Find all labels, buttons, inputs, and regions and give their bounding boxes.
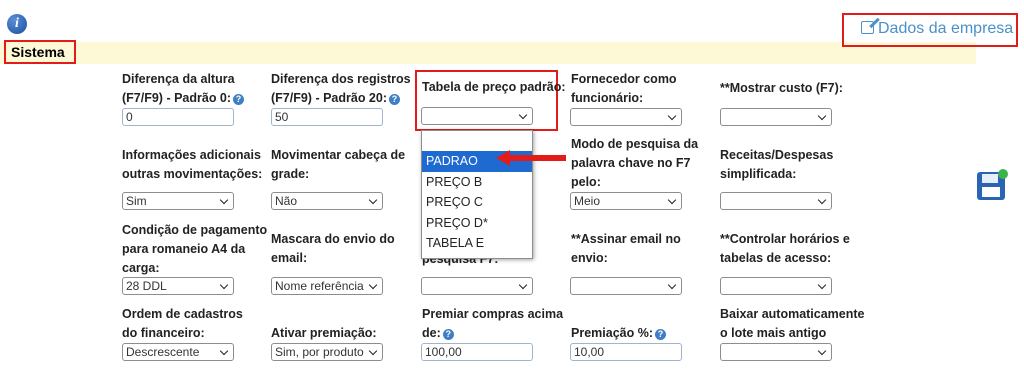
arrow-left-icon <box>496 150 566 166</box>
dropdown-option[interactable]: PREÇO B <box>422 172 532 193</box>
fornecedor-select[interactable] <box>570 108 682 126</box>
movimentar-cabeca-select[interactable]: Não <box>271 192 383 210</box>
label-diferenca-registros: Diferença dos registros (F7/F9) - Padrão… <box>271 72 411 105</box>
diferenca-altura-input[interactable]: 0 <box>122 108 234 126</box>
help-icon[interactable]: ? <box>442 329 454 340</box>
label-fornecedor: Fornecedor como funcionário: <box>571 72 677 105</box>
label-baixar-lote: Baixar automaticamente o lote mais antig… <box>720 307 865 340</box>
label-movimentar-cabeca: Movimentar cabeça de grade: <box>271 148 406 181</box>
chevron-down-icon <box>219 280 229 290</box>
premiacao-pct-input[interactable]: 10,00 <box>570 343 682 361</box>
save-icon[interactable] <box>977 169 1008 200</box>
baixar-lote-select[interactable] <box>720 343 832 361</box>
dados-empresa-link[interactable]: Dados da empresa <box>861 20 1013 38</box>
label-receitas-despesas: Receitas/Despesas simplificada: <box>720 148 834 181</box>
label-info-adicionais: Informações adicionais outras movimentaç… <box>122 148 263 181</box>
chevron-down-icon <box>518 280 528 290</box>
modo-pesquisa-select[interactable]: Meio <box>570 192 682 210</box>
label-mostrar-custo: **Mostrar custo (F7): <box>720 81 843 95</box>
dropdown-option[interactable]: PREÇO C <box>422 192 532 213</box>
chevron-down-icon <box>667 195 677 205</box>
label-mascara-envio: Mascara do envio do email: <box>271 232 395 265</box>
edit-icon <box>861 21 874 34</box>
chevron-down-icon <box>219 346 229 356</box>
diferenca-registros-input[interactable]: 50 <box>271 108 383 126</box>
label-tabela-preco: Tabela de preço padrão: <box>422 80 566 94</box>
label-ordem-cadastros: Ordem de cadastros do financeiro: <box>122 307 243 340</box>
section-title: Sistema <box>4 40 76 64</box>
section-bar <box>0 42 976 64</box>
label-ativar-premiacao: Ativar premiação: <box>271 326 377 340</box>
chevron-down-icon <box>817 195 827 205</box>
chevron-down-icon <box>518 110 528 120</box>
chevron-down-icon <box>817 280 827 290</box>
label-diferenca-altura: Diferença da altura (F7/F9) - Padrão 0:? <box>122 70 245 108</box>
chevron-down-icon <box>667 280 677 290</box>
ordem-cadastros-select[interactable]: Descrescente <box>122 343 234 361</box>
tabela-preco-select[interactable] <box>421 107 533 125</box>
dados-empresa-label: Dados da empresa <box>878 20 1014 37</box>
label-premiar-compras: Premiar compras acima de:? <box>422 307 564 340</box>
pesquisa-f7-select[interactable] <box>421 277 533 295</box>
chevron-down-icon <box>219 195 229 205</box>
info-adicionais-select[interactable]: Sim <box>122 192 234 210</box>
label-assinar-email: **Assinar email no envio: <box>571 232 681 265</box>
condicao-pagamento-select[interactable]: 28 DDL <box>122 277 234 295</box>
label-modo-pesquisa: Modo de pesquisa da palavra chave no F7 … <box>571 137 699 189</box>
label-controlar-horarios: **Controlar horários e tabelas de acesso… <box>720 232 850 265</box>
premiar-compras-input[interactable]: 100,00 <box>421 343 533 361</box>
dropdown-option[interactable]: TABELA E <box>422 233 532 254</box>
chevron-down-icon <box>817 111 827 121</box>
dropdown-option[interactable]: PREÇO D* <box>422 213 532 234</box>
controlar-horarios-select[interactable] <box>720 277 832 295</box>
info-icon[interactable]: i <box>7 14 27 34</box>
label-premiacao-pct: Premiação %:? <box>571 324 666 343</box>
chevron-down-icon <box>817 346 827 356</box>
assinar-email-select[interactable] <box>570 277 682 295</box>
mascara-envio-select[interactable]: Nome referência <box>271 277 383 295</box>
chevron-down-icon <box>368 280 378 290</box>
help-icon[interactable]: ? <box>654 329 666 340</box>
label-condicao-pagamento: Condição de pagamento para romaneio A4 d… <box>122 223 268 275</box>
help-icon[interactable]: ? <box>233 94 245 105</box>
help-icon[interactable]: ? <box>389 94 400 105</box>
chevron-down-icon <box>368 195 378 205</box>
receitas-despesas-select[interactable] <box>720 192 832 210</box>
ativar-premiacao-select[interactable]: Sim, por produto <box>271 343 383 361</box>
mostrar-custo-select[interactable] <box>720 108 832 126</box>
chevron-down-icon <box>368 346 378 356</box>
chevron-down-icon <box>667 111 677 121</box>
